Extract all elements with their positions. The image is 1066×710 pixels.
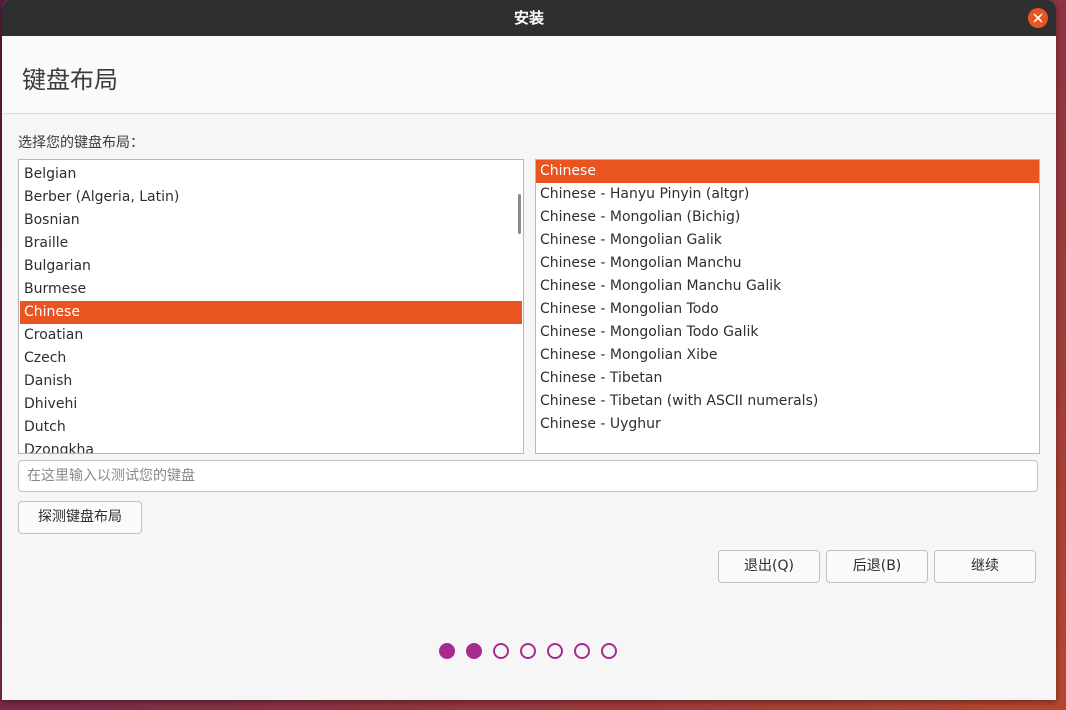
layout-item[interactable]: Dhivehi	[20, 393, 522, 416]
layout-item[interactable]: Chinese	[20, 301, 522, 324]
variant-item[interactable]: Chinese - Uyghur	[536, 413, 1039, 436]
close-button[interactable]	[1028, 8, 1048, 28]
variant-item[interactable]: Chinese - Mongolian Galik	[536, 229, 1039, 252]
progress-indicator	[439, 643, 617, 659]
variant-item[interactable]: Chinese - Mongolian Todo	[536, 298, 1039, 321]
variant-item[interactable]: Chinese - Tibetan	[536, 367, 1039, 390]
progress-dot	[601, 643, 617, 659]
page-title: 键盘布局	[22, 66, 118, 94]
keyboard-test-input[interactable]	[18, 460, 1038, 492]
progress-dot	[466, 643, 482, 659]
layout-item[interactable]: Danish	[20, 370, 522, 393]
progress-dot	[493, 643, 509, 659]
layout-prompt: 选择您的键盘布局：	[18, 135, 144, 151]
layout-item[interactable]: Braille	[20, 232, 522, 255]
window-title: 安装	[513, 9, 544, 27]
layout-item[interactable]: Czech	[20, 347, 522, 370]
variant-item[interactable]: Chinese - Mongolian (Bichig)	[536, 206, 1039, 229]
variant-item[interactable]: Chinese - Mongolian Manchu	[536, 252, 1039, 275]
layout-item[interactable]: Burmese	[20, 278, 522, 301]
layout-list-scrollbar[interactable]	[518, 194, 521, 234]
variant-list[interactable]: Chinese Chinese - Hanyu Pinyin (altgr) Chi…	[535, 159, 1040, 454]
layout-item[interactable]: Dutch	[20, 416, 522, 439]
layout-item[interactable]: Berber (Algeria, Latin)	[20, 186, 522, 209]
variant-item[interactable]: Chinese - Hanyu Pinyin (altgr)	[536, 183, 1039, 206]
progress-dot	[574, 643, 590, 659]
close-icon	[1033, 13, 1043, 23]
layout-item[interactable]: Belgian	[20, 163, 522, 186]
progress-dot	[520, 643, 536, 659]
layout-item[interactable]: Bulgarian	[20, 255, 522, 278]
continue-button[interactable]: 继续	[934, 550, 1036, 583]
progress-dot	[439, 643, 455, 659]
variant-item[interactable]: Chinese - Mongolian Xibe	[536, 344, 1039, 367]
layout-list[interactable]: Belgian Berber (Algeria, Latin) Bosnian Bra…	[18, 159, 524, 454]
layout-item[interactable]: Bosnian	[20, 209, 522, 232]
variant-item[interactable]: Chinese	[536, 160, 1039, 183]
progress-dot	[547, 643, 563, 659]
variant-item[interactable]: Chinese - Tibetan (with ASCII numerals)	[536, 390, 1039, 413]
variant-item[interactable]: Chinese - Mongolian Manchu Galik	[536, 275, 1039, 298]
page-header: 键盘布局	[2, 36, 1056, 114]
detect-layout-button[interactable]: 探测键盘布局	[18, 501, 142, 534]
layout-item[interactable]: Dzongkha	[20, 439, 522, 453]
back-button[interactable]: 后退(B)	[826, 550, 928, 583]
variant-item[interactable]: Chinese - Mongolian Todo Galik	[536, 321, 1039, 344]
title-bar: 安装	[2, 0, 1056, 36]
installer-window: 安装 键盘布局 选择您的键盘布局： Belgian Berber (Algeria…	[2, 0, 1056, 700]
quit-button[interactable]: 退出(Q)	[718, 550, 820, 583]
layout-item[interactable]: Croatian	[20, 324, 522, 347]
